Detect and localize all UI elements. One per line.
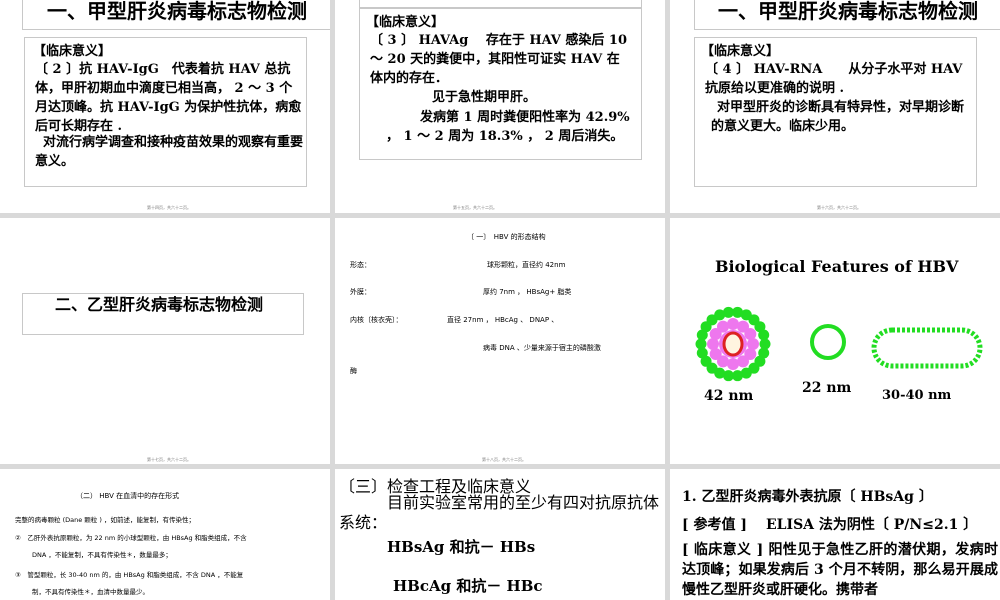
paragraph: 〔 4 〕 HAV-RNA 从分子水平对 HAV 抗原给以更准确的说明 . [705,62,963,96]
envelope-bead [758,329,770,341]
paragraph: ② 乙肝外表抗原颗粒，为 22 nm 的小球型颗粒，由 HBsAg 和脂类组成，… [15,534,247,542]
row-label-form: 形态： [350,261,371,269]
viral-core [722,331,744,357]
row-value-core: 直径 27nm ， HBcAg 、 DNAP 、 [447,316,559,324]
spherical-particle-22nm [810,324,846,360]
page-footer: 第十八页，共六十二页。 [482,457,526,462]
slide-6[interactable]: Biological Features of HBV 42 nm 22 nm 3… [670,218,1000,464]
row-continued: 病毒 DNA 、少量来源于宿主的磷酸激 [483,344,601,352]
clinical-significance-heading: 【临床意义】 [33,44,112,59]
antigen-line-hbs: HBsAg 和抗－ HBs [387,538,536,556]
label-30-40nm: 30-40 nm [882,388,952,403]
page-footer: 第十六页，共六十二页。 [817,205,861,210]
slide-3-title: 一、甲型肝炎病毒标志物检测 [694,0,1000,30]
slide-5-title: 〔 一〕 HBV 的形态结构 [467,233,546,241]
paragraph: 对甲型肝炎的诊断具有特异性，对早期诊断的意义更大。临床少用。 [711,100,965,134]
slide-8[interactable]: 〔三〕检查工程及临床意义 目前实验室常用的至少有四对抗原抗体系统： HBsAg … [335,469,665,600]
paragraph: 见于急性期甲肝。 [432,90,537,105]
clinical-label: [ 临床意义 ] [682,542,764,558]
content-box: 【临床意义】 〔 4 〕 HAV-RNA 从分子水平对 HAV 抗原给以更准确的… [694,37,977,187]
paragraph: ③ 管型颗粒，长 30-40 nm 的，由 HBsAg 和脂类组成，不含 DNA… [15,571,244,579]
paragraph: 发病第 1 周时粪便阳性率为 42.9% ， 1 ～ 2 周为 18.3% ， … [386,110,630,144]
row-continued: 酶 [350,367,357,375]
content-box: 【临床意义】 〔 2 〕抗 HAV-IgG 代表着抗 HAV 总抗体，甲肝初期血… [24,37,307,187]
page-footer: 第十四页，共六十二页。 [147,205,191,210]
clinical-significance-heading: 【临床意义】 [366,15,445,30]
slide-7-title: （二） HBV 在血清中的存在形式 [76,492,180,500]
slide-9-title: 1. 乙型肝炎病毒外表抗原〔 HBsAg 〕 [682,489,933,505]
slide-4[interactable]: 二、乙型肝炎病毒标志物检测 第十七页，共六十二页。 [0,218,330,464]
capsid-bead [744,328,757,340]
paragraph: 〔 2 〕抗 HAV-IgG 代表着抗 HAV 总抗体，甲肝初期血中滴度已相当高… [35,62,302,134]
slide-9[interactable]: 1. 乙型肝炎病毒外表抗原〔 HBsAg 〕 [ 参考值 ] ELISA 法为阴… [670,469,1000,600]
paragraph: 对流行病学调查和接种疫苗效果的观察有重要意义。 [35,135,304,169]
slide-1-title: 一、甲型肝炎病毒标志物检测 [22,0,330,30]
hbv-particle-diagram [695,306,983,382]
row-value-form: 球形颗粒，直径约 42nm [487,261,566,269]
tubular-particle-30-40nm [871,327,983,369]
dane-particle-42nm [695,306,771,382]
top-box [359,0,642,8]
slide-7[interactable]: （二） HBV 在血清中的存在形式 完整的病毒颗粒 (Dane 颗粒 ) ，如前… [0,469,330,600]
paragraph: 完整的病毒颗粒 (Dane 颗粒 ) ，如前述，能复制，有传染性； [15,516,195,524]
reference-value: ELISA 法为阴性〔 P/N≤2.1 〕 [766,517,978,533]
page-footer: 第十七页，共六十二页。 [147,457,191,462]
content-box: 【临床意义】 〔 3 〕 HAVAg 存在于 HAV 感染后 10 ～ 20 天… [359,8,642,160]
label-22nm: 22 nm [802,380,852,396]
slide-5[interactable]: 〔 一〕 HBV 的形态结构 形态： 球形颗粒，直径约 42nm 外膜： 厚约 … [335,218,665,464]
row-value-envelope: 厚约 7nm ， HBsAg+ 脂类 [483,288,572,296]
paragraph: 〔 3 〕 HAVAg 存在于 HAV 感染后 10 ～ 20 天的粪便中，其阳… [370,33,628,86]
paragraph: 目前实验室常用的至少有四对抗原抗体系统： [339,493,660,532]
reference-label: [ 参考值 ] [682,517,747,533]
slide-2[interactable]: 【临床意义】 〔 3 〕 HAVAg 存在于 HAV 感染后 10 ～ 20 天… [335,0,665,213]
clinical-significance: [ 临床意义 ] 阳性见于急性乙肝的潜伏期，发病时达顶峰；如果发病后 3 个月不… [682,540,998,600]
row-label-envelope: 外膜： [350,288,371,296]
page-footer: 第十五页，共六十二页。 [453,205,497,210]
antigen-line-hbc: HBcAg 和抗－ HBc [393,577,543,595]
paragraph: DNA ，不能复制，不具有传染性＊，数量最多； [32,551,172,559]
row-label-core: 内核〔核衣壳〕： [350,316,403,324]
slide-1[interactable]: 一、甲型肝炎病毒标志物检测 【临床意义】 〔 2 〕抗 HAV-IgG 代表着抗… [0,0,330,213]
paragraph: 制，不具有传染性＊，血清中数量最少。 [32,588,149,596]
slide-3[interactable]: 一、甲型肝炎病毒标志物检测 【临床意义】 〔 4 〕 HAV-RNA 从分子水平… [670,0,1000,213]
label-42nm: 42 nm [704,388,754,404]
slide-4-title: 二、乙型肝炎病毒标志物检测 [22,293,304,335]
clinical-significance-heading: 【临床意义】 [701,44,780,59]
